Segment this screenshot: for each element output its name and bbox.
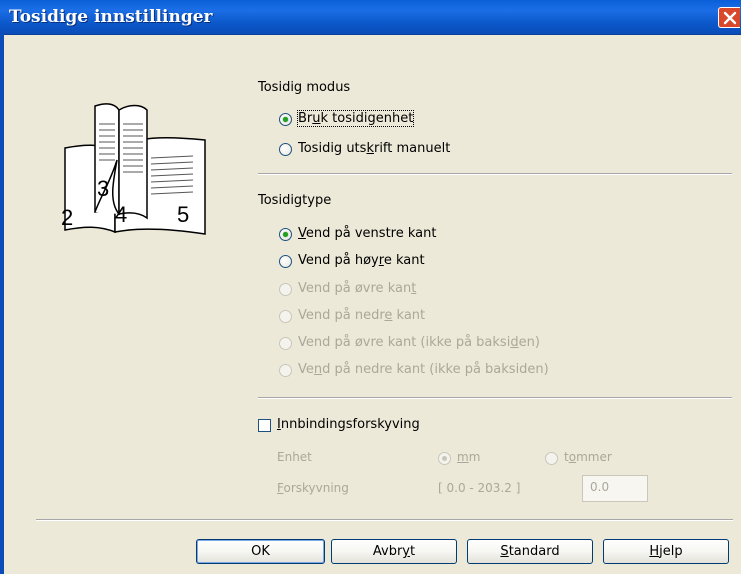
standard-button[interactable]: Standard	[467, 539, 593, 564]
label-flip-bottom-edge: Vend på nedre kant	[298, 308, 426, 323]
separator	[258, 397, 732, 399]
label-flip-left-edge[interactable]: Vend på venstre kant	[298, 226, 436, 241]
close-icon	[723, 11, 737, 25]
label-unit-inch: tommer	[564, 450, 612, 464]
label-manual-duplex[interactable]: Tosidig utskrift manuelt	[298, 141, 450, 156]
duplex-type-heading: Tosidigtype	[258, 193, 332, 208]
radio-manual-duplex[interactable]	[279, 143, 292, 156]
radio-unit-inch[interactable]	[545, 452, 558, 465]
radio-flip-bottom-edge[interactable]	[279, 310, 292, 323]
binding-offset-checkbox[interactable]	[258, 419, 271, 432]
label-flip-top-edge: Vend på øvre kant	[298, 281, 417, 296]
offset-label: Forskyvning	[277, 481, 349, 495]
cancel-button[interactable]: Avbryt	[331, 539, 457, 564]
separator	[36, 519, 733, 521]
radio-flip-left-edge[interactable]	[279, 228, 292, 241]
duplex-book-illustration: 2 3 4 5	[61, 103, 206, 235]
window-border	[0, 34, 4, 574]
help-button[interactable]: Hjelp	[603, 539, 729, 564]
offset-value-field[interactable]: 0.0	[582, 475, 648, 502]
binding-offset-label[interactable]: Innbindingsforskyving	[277, 417, 420, 432]
unit-label: Enhet	[277, 450, 312, 464]
radio-flip-right-edge[interactable]	[279, 255, 292, 268]
radio-flip-bottom-no-backside[interactable]	[279, 364, 292, 377]
page-number-3: 3	[97, 176, 109, 201]
ok-button[interactable]: OK	[196, 539, 325, 564]
label-use-duplex-unit[interactable]: Bruk tosidigenhet	[296, 110, 415, 127]
radio-use-duplex-unit[interactable]	[279, 113, 292, 126]
label-unit-mm: mm	[457, 450, 481, 464]
separator	[258, 173, 732, 175]
duplex-mode-heading: Tosidig modus	[258, 80, 351, 95]
window-title: Tosidige innstillinger	[9, 7, 213, 27]
page-number-4: 4	[115, 202, 127, 227]
radio-flip-top-edge[interactable]	[279, 283, 292, 296]
close-button[interactable]	[718, 7, 740, 28]
page-number-2: 2	[61, 205, 73, 230]
label-flip-bottom-no-backside: Vend på nedre kant (ikke på baksiden)	[298, 362, 549, 377]
title-bar: Tosidige innstillinger	[0, 0, 741, 35]
label-flip-top-no-backside: Vend på øvre kant (ikke på baksiden)	[298, 335, 540, 350]
radio-flip-top-no-backside[interactable]	[279, 337, 292, 350]
offset-range: [ 0.0 - 203.2 ]	[438, 481, 521, 495]
radio-unit-mm[interactable]	[438, 452, 451, 465]
page-number-5: 5	[177, 202, 189, 227]
label-flip-right-edge[interactable]: Vend på høyre kant	[298, 253, 425, 268]
